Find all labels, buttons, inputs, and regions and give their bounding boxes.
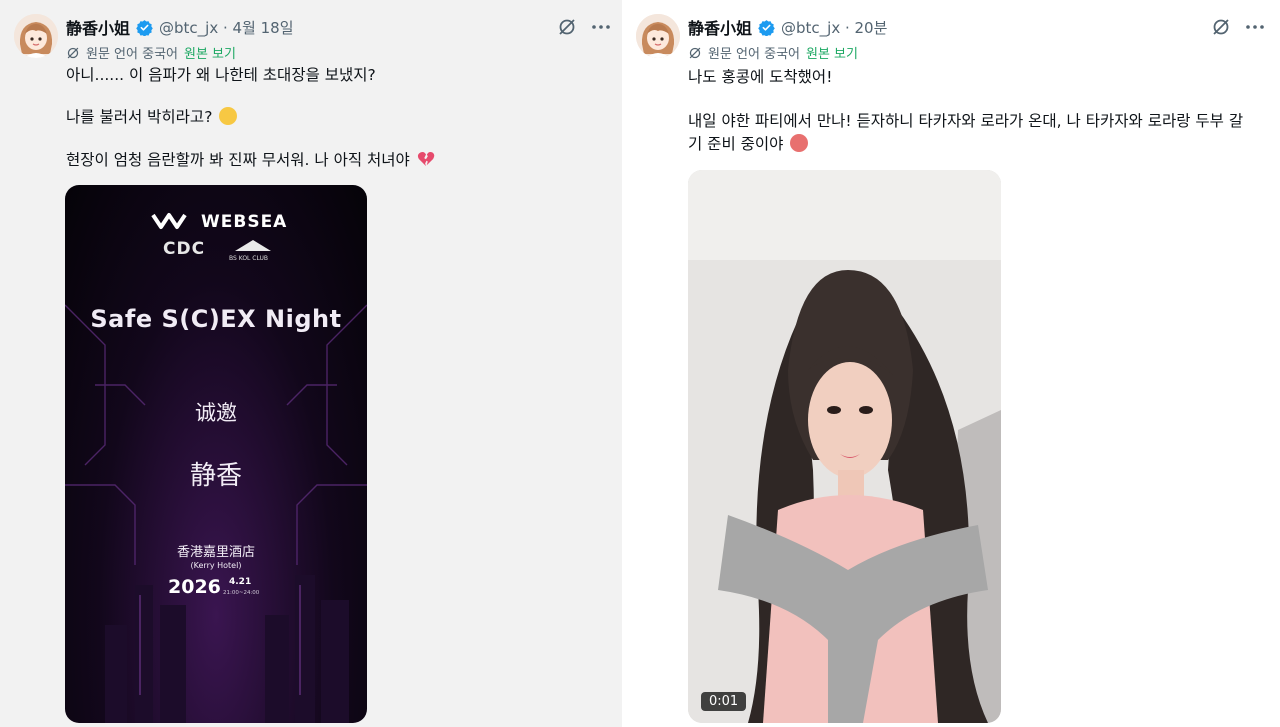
- post-text-line-1: 나도 홍콩에 도착했어!: [688, 68, 833, 86]
- handle-and-date[interactable]: @btc_jx · 4월 18일: [159, 17, 294, 38]
- video-thumbnail: [688, 170, 1001, 723]
- translate-icon: [689, 47, 701, 58]
- translation-notice: 원문 언어 중국어 원본 보기: [688, 43, 858, 62]
- event-time: 21:00~24:00: [223, 590, 260, 596]
- show-original-link[interactable]: 원본 보기: [184, 43, 236, 62]
- post-text-line-3: 기 준비 중이야: [688, 134, 809, 155]
- broken-heart-emoji-icon: [417, 151, 435, 167]
- websea-logo-icon: [151, 213, 187, 229]
- tweet-left[interactable]: 静香小姐 @btc_jx · 4월 18일 원문 언어 중국어 원본 보기 아니…: [0, 0, 622, 727]
- post-text-line-3: 현장이 엄청 음란할까 봐 진짜 무서워. 나 아직 처녀야: [66, 150, 435, 171]
- more-options-icon[interactable]: [1244, 16, 1266, 38]
- translation-notice: 원문 언어 중국어 원본 보기: [66, 43, 236, 62]
- avatar[interactable]: [14, 14, 58, 58]
- video-player[interactable]: 0:01: [688, 170, 1001, 723]
- grok-icon[interactable]: [1210, 16, 1232, 38]
- tweet-right[interactable]: 静香小姐 @btc_jx · 20분 원문 언어 중국어 원본 보기 나도 홍콩…: [626, 0, 1280, 727]
- event-year: 2026: [168, 576, 221, 598]
- translate-source-label: 원문 언어 중국어: [708, 47, 800, 62]
- video-timecode: 0:01: [701, 692, 747, 711]
- post-text-line-2: 나를 불러서 박히라고?: [66, 107, 238, 128]
- post-text: 나를 불러서 박히라고?: [66, 108, 213, 126]
- translate-source-label: 원문 언어 중국어: [86, 47, 178, 62]
- sweat-smile-emoji-icon: [219, 107, 238, 125]
- bs-kol-club-logo-icon: [235, 240, 271, 251]
- venue-english: (Kerry Hotel): [190, 561, 242, 570]
- drooling-face-emoji-icon: [790, 134, 809, 152]
- author-name[interactable]: 静香小姐: [66, 15, 130, 39]
- avatar[interactable]: [636, 14, 680, 58]
- post-text-line-1: 아니...... 이 음파가 왜 나한테 초대장을 보냈지?: [66, 66, 376, 84]
- tweet-header: 静香小姐 @btc_jx · 20분: [688, 15, 887, 39]
- author-name[interactable]: 静香小姐: [688, 15, 752, 39]
- verified-badge-icon: [758, 19, 775, 36]
- event-date: 4.21: [229, 577, 252, 587]
- tweet-header: 静香小姐 @btc_jx · 4월 18일: [66, 15, 294, 39]
- venue-chinese: 香港嘉里酒店: [176, 545, 255, 560]
- invitation-image[interactable]: WEBSEA CDC BS KOL CLUB Safe S(C)EX Night…: [65, 185, 367, 723]
- post-text: 기 준비 중이야: [688, 135, 784, 153]
- post-text: 현장이 엄청 음란할까 봐 진짜 무서워. 나 아직 처녀야: [66, 151, 410, 169]
- translate-icon: [67, 47, 79, 58]
- grok-icon[interactable]: [556, 16, 578, 38]
- circuit-background: [65, 304, 367, 723]
- more-options-icon[interactable]: [590, 16, 612, 38]
- handle-and-time[interactable]: @btc_jx · 20분: [781, 17, 887, 38]
- invited-label: 诚邀: [195, 401, 237, 425]
- event-title: Safe S(C)EX Night: [90, 305, 342, 333]
- show-original-link[interactable]: 원본 보기: [806, 43, 858, 62]
- guest-name: 静香: [189, 461, 242, 491]
- logo-bs-kol-club: BS KOL CLUB: [229, 255, 269, 262]
- brand-websea: WEBSEA: [201, 212, 288, 232]
- logo-cdc: CDC: [163, 239, 206, 259]
- verified-badge-icon: [136, 19, 153, 36]
- post-text-line-2: 내일 야한 파티에서 만나! 듣자하니 타카자와 로라가 온대, 나 타카자와 …: [688, 112, 1244, 130]
